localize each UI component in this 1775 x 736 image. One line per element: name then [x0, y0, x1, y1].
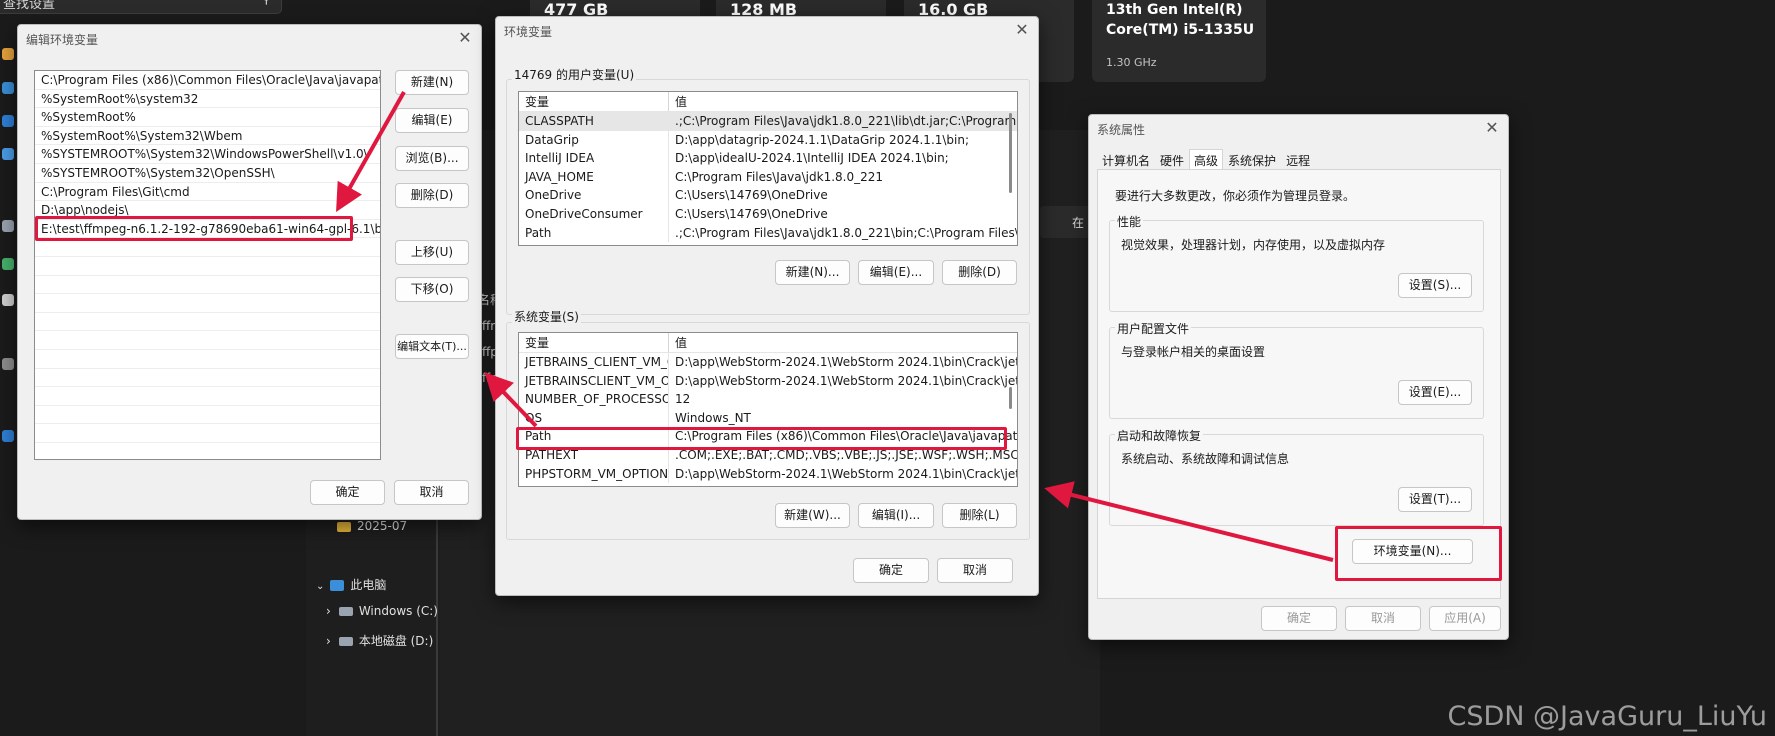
arrow-to-edit-dialog	[484, 372, 538, 428]
watermark: CSDN @JavaGuru_LiuYu	[1447, 701, 1767, 732]
arrow-to-env-dialog	[1044, 481, 1334, 562]
annotation-arrows	[336, 91, 1334, 562]
arrow-to-new-entry	[336, 91, 406, 212]
